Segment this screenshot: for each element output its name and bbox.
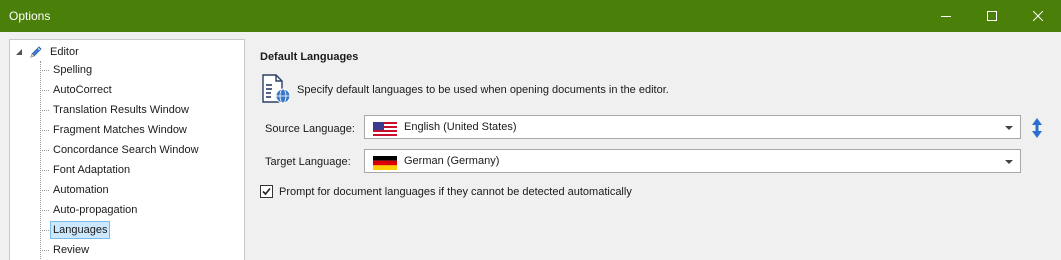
prompt-languages-option[interactable]: Prompt for document languages if they ca…: [260, 185, 632, 198]
source-language-dropdown[interactable]: English (United States): [364, 115, 1021, 139]
target-language-label: Target Language:: [265, 156, 351, 168]
tree-item-label: Concordance Search Window: [53, 144, 199, 156]
prompt-languages-label: Prompt for document languages if they ca…: [279, 185, 632, 198]
tree-item-label: Translation Results Window: [53, 104, 189, 116]
title-bar: Options: [0, 0, 1061, 32]
tree-item-fragment-matches-window[interactable]: Fragment Matches Window: [40, 120, 190, 140]
close-button[interactable]: [1015, 0, 1061, 32]
maximize-icon: [987, 11, 997, 21]
tree-item-label: Automation: [53, 184, 109, 196]
dropdown-arrow-icon: [1005, 126, 1013, 130]
pencil-icon: [30, 46, 42, 58]
close-icon: [1033, 11, 1043, 21]
tree-item-auto-propagation[interactable]: Auto-propagation: [40, 200, 140, 220]
tree-item-label: AutoCorrect: [53, 84, 112, 96]
tree-item-concordance-search-window[interactable]: Concordance Search Window: [40, 140, 202, 160]
tree-item-label: Fragment Matches Window: [53, 124, 187, 136]
minimize-button[interactable]: [923, 0, 969, 32]
document-globe-icon: [262, 74, 291, 104]
minimize-icon: [941, 16, 951, 17]
de-flag-icon: [373, 156, 397, 170]
tree-item-autocorrect[interactable]: AutoCorrect: [40, 80, 115, 100]
tree-item-label: Review: [53, 244, 90, 256]
panel-description: Specify default languages to be used whe…: [297, 84, 669, 96]
tree-item-label: Auto-propagation: [53, 204, 138, 216]
tree-item-font-adaptation[interactable]: Font Adaptation: [40, 160, 133, 180]
checkmark-icon: [262, 187, 271, 196]
options-tree: Editor Spelling AutoCorrect Translation …: [9, 39, 245, 260]
tree-item-label: Editor: [50, 46, 79, 58]
window-title: Options: [9, 9, 51, 23]
swap-languages-icon[interactable]: [1031, 118, 1043, 138]
tree-item-label: Spelling: [53, 64, 93, 76]
tree-item-automation[interactable]: Automation: [40, 180, 112, 200]
tree-item-languages[interactable]: Languages: [40, 220, 111, 240]
expanded-triangle-icon[interactable]: [14, 47, 24, 57]
tree-item-label: Languages: [50, 221, 111, 239]
prompt-languages-checkbox[interactable]: [260, 185, 273, 198]
maximize-button[interactable]: [969, 0, 1015, 32]
source-language-label: Source Language:: [265, 123, 355, 135]
target-language-dropdown[interactable]: German (Germany): [364, 149, 1021, 173]
tree-item-label: Font Adaptation: [53, 164, 131, 176]
section-title: Default Languages: [260, 51, 359, 63]
tree-item-review[interactable]: Review: [40, 240, 92, 260]
tree-item-translation-results-window[interactable]: Translation Results Window: [40, 100, 192, 120]
dropdown-arrow-icon: [1005, 160, 1013, 164]
source-language-value: English (United States): [404, 121, 517, 133]
languages-panel: Default Languages Specify default langua…: [260, 39, 1060, 260]
tree-item-editor[interactable]: Editor: [14, 43, 79, 61]
us-flag-icon: [373, 122, 397, 136]
tree-item-spelling[interactable]: Spelling: [40, 60, 95, 80]
target-language-value: German (Germany): [404, 155, 500, 167]
